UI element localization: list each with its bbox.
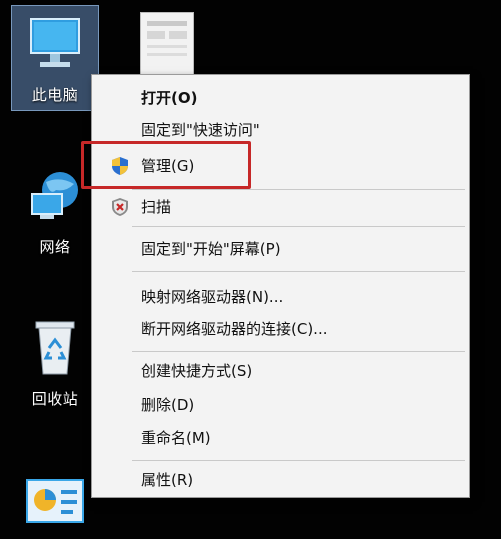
menu-item-properties[interactable]: 属性(R) [92,464,469,496]
menu-item-map-network-drive[interactable]: 映射网络驱动器(N)... [92,281,469,313]
desktop-icon-label: 此电脑 [31,86,79,104]
desktop-icon-control-panel[interactable] [12,470,98,530]
menu-separator [132,460,465,461]
menu-separator [132,189,465,190]
this-pc-icon [30,18,80,67]
desktop-file-thumbnail[interactable] [140,12,194,80]
highlight-box-manage [81,141,251,189]
menu-item-label: 删除(D) [141,396,195,414]
menu-item-open[interactable]: 打开(O) [92,82,469,114]
menu-item-label: 重命名(M) [141,429,211,447]
menu-item-label: 固定到"开始"屏幕(P) [141,240,281,258]
menu-item-label: 扫描 [141,198,172,216]
recycle-bin-icon [35,321,75,375]
menu-item-label: 断开网络驱动器的连接(C)... [141,320,328,338]
menu-item-rename[interactable]: 重命名(M) [92,422,469,454]
menu-item-label: 打开(O) [141,89,198,107]
control-panel-icon [26,479,84,523]
menu-item-label: 创建快捷方式(S) [141,362,253,380]
antivirus-shield-icon [112,198,128,216]
desktop-icon-label: 回收站 [31,390,79,408]
menu-item-scan[interactable]: 扫描 [92,191,469,223]
desktop-icon-label: 网络 [39,238,71,256]
menu-separator [132,271,465,272]
desktop[interactable]: 此电脑 网络 回收站 打开(O) 固定到"快速访问" 管理(G) 扫描 固定到"… [0,0,501,539]
menu-separator [132,351,465,352]
menu-item-delete[interactable]: 删除(D) [92,389,469,421]
menu-item-label: 属性(R) [141,471,194,489]
context-menu: 打开(O) 固定到"快速访问" 管理(G) 扫描 固定到"开始"屏幕(P) 映射… [91,74,470,498]
menu-separator [132,226,465,227]
desktop-icon-this-pc[interactable]: 此电脑 [11,5,99,111]
document-icon [147,21,187,56]
desktop-icon-recycle-bin[interactable]: 回收站 [12,312,98,416]
menu-item-pin-start[interactable]: 固定到"开始"屏幕(P) [92,233,469,265]
menu-item-label: 映射网络驱动器(N)... [141,288,284,306]
network-icon [31,172,78,219]
menu-item-disconnect-network-drive[interactable]: 断开网络驱动器的连接(C)... [92,313,469,345]
menu-item-create-shortcut[interactable]: 创建快捷方式(S) [92,355,469,387]
